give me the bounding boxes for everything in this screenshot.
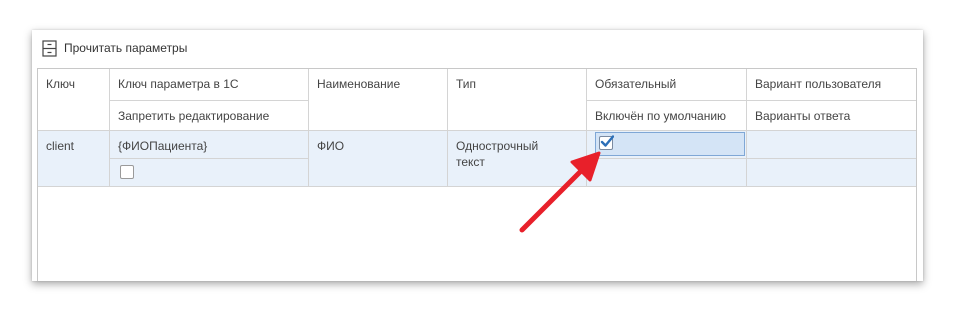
header-required[interactable]: Обязательный bbox=[587, 69, 746, 100]
header-param-key-1c[interactable]: Ключ параметра в 1С bbox=[110, 69, 308, 100]
header-answer-variants[interactable]: Варианты ответа bbox=[747, 101, 916, 130]
cell-name[interactable]: ФИО bbox=[309, 131, 447, 186]
header-type[interactable]: Тип bbox=[448, 69, 586, 100]
cell-param-key-1c[interactable]: {ФИОПациента} bbox=[110, 131, 308, 159]
red-arrow-annotation bbox=[519, 151, 601, 233]
forbid-edit-checkbox[interactable] bbox=[120, 165, 134, 179]
header-enabled-default[interactable]: Включён по умолчанию bbox=[587, 101, 746, 130]
required-checkbox[interactable] bbox=[599, 135, 614, 150]
read-parameters-icon bbox=[42, 39, 57, 57]
header-name[interactable]: Наименование bbox=[309, 69, 447, 100]
header-forbid-edit[interactable]: Запретить редактирование bbox=[110, 101, 308, 130]
check-icon bbox=[600, 135, 614, 147]
toolbar: Прочитать параметры bbox=[32, 30, 923, 68]
header-user-variant[interactable]: Вариант пользователя bbox=[747, 69, 916, 100]
parameters-panel: Прочитать параметры Ключ Ключ параметра … bbox=[32, 30, 923, 281]
read-parameters-label: Прочитать параметры bbox=[64, 41, 188, 55]
parameters-table: Ключ Ключ параметра в 1С Наименование Ти… bbox=[37, 68, 917, 281]
cell-key[interactable]: client bbox=[38, 131, 109, 159]
header-key[interactable]: Ключ bbox=[38, 69, 109, 100]
cell-user-variant[interactable] bbox=[747, 131, 916, 186]
read-parameters-button[interactable]: Прочитать параметры bbox=[42, 37, 187, 59]
